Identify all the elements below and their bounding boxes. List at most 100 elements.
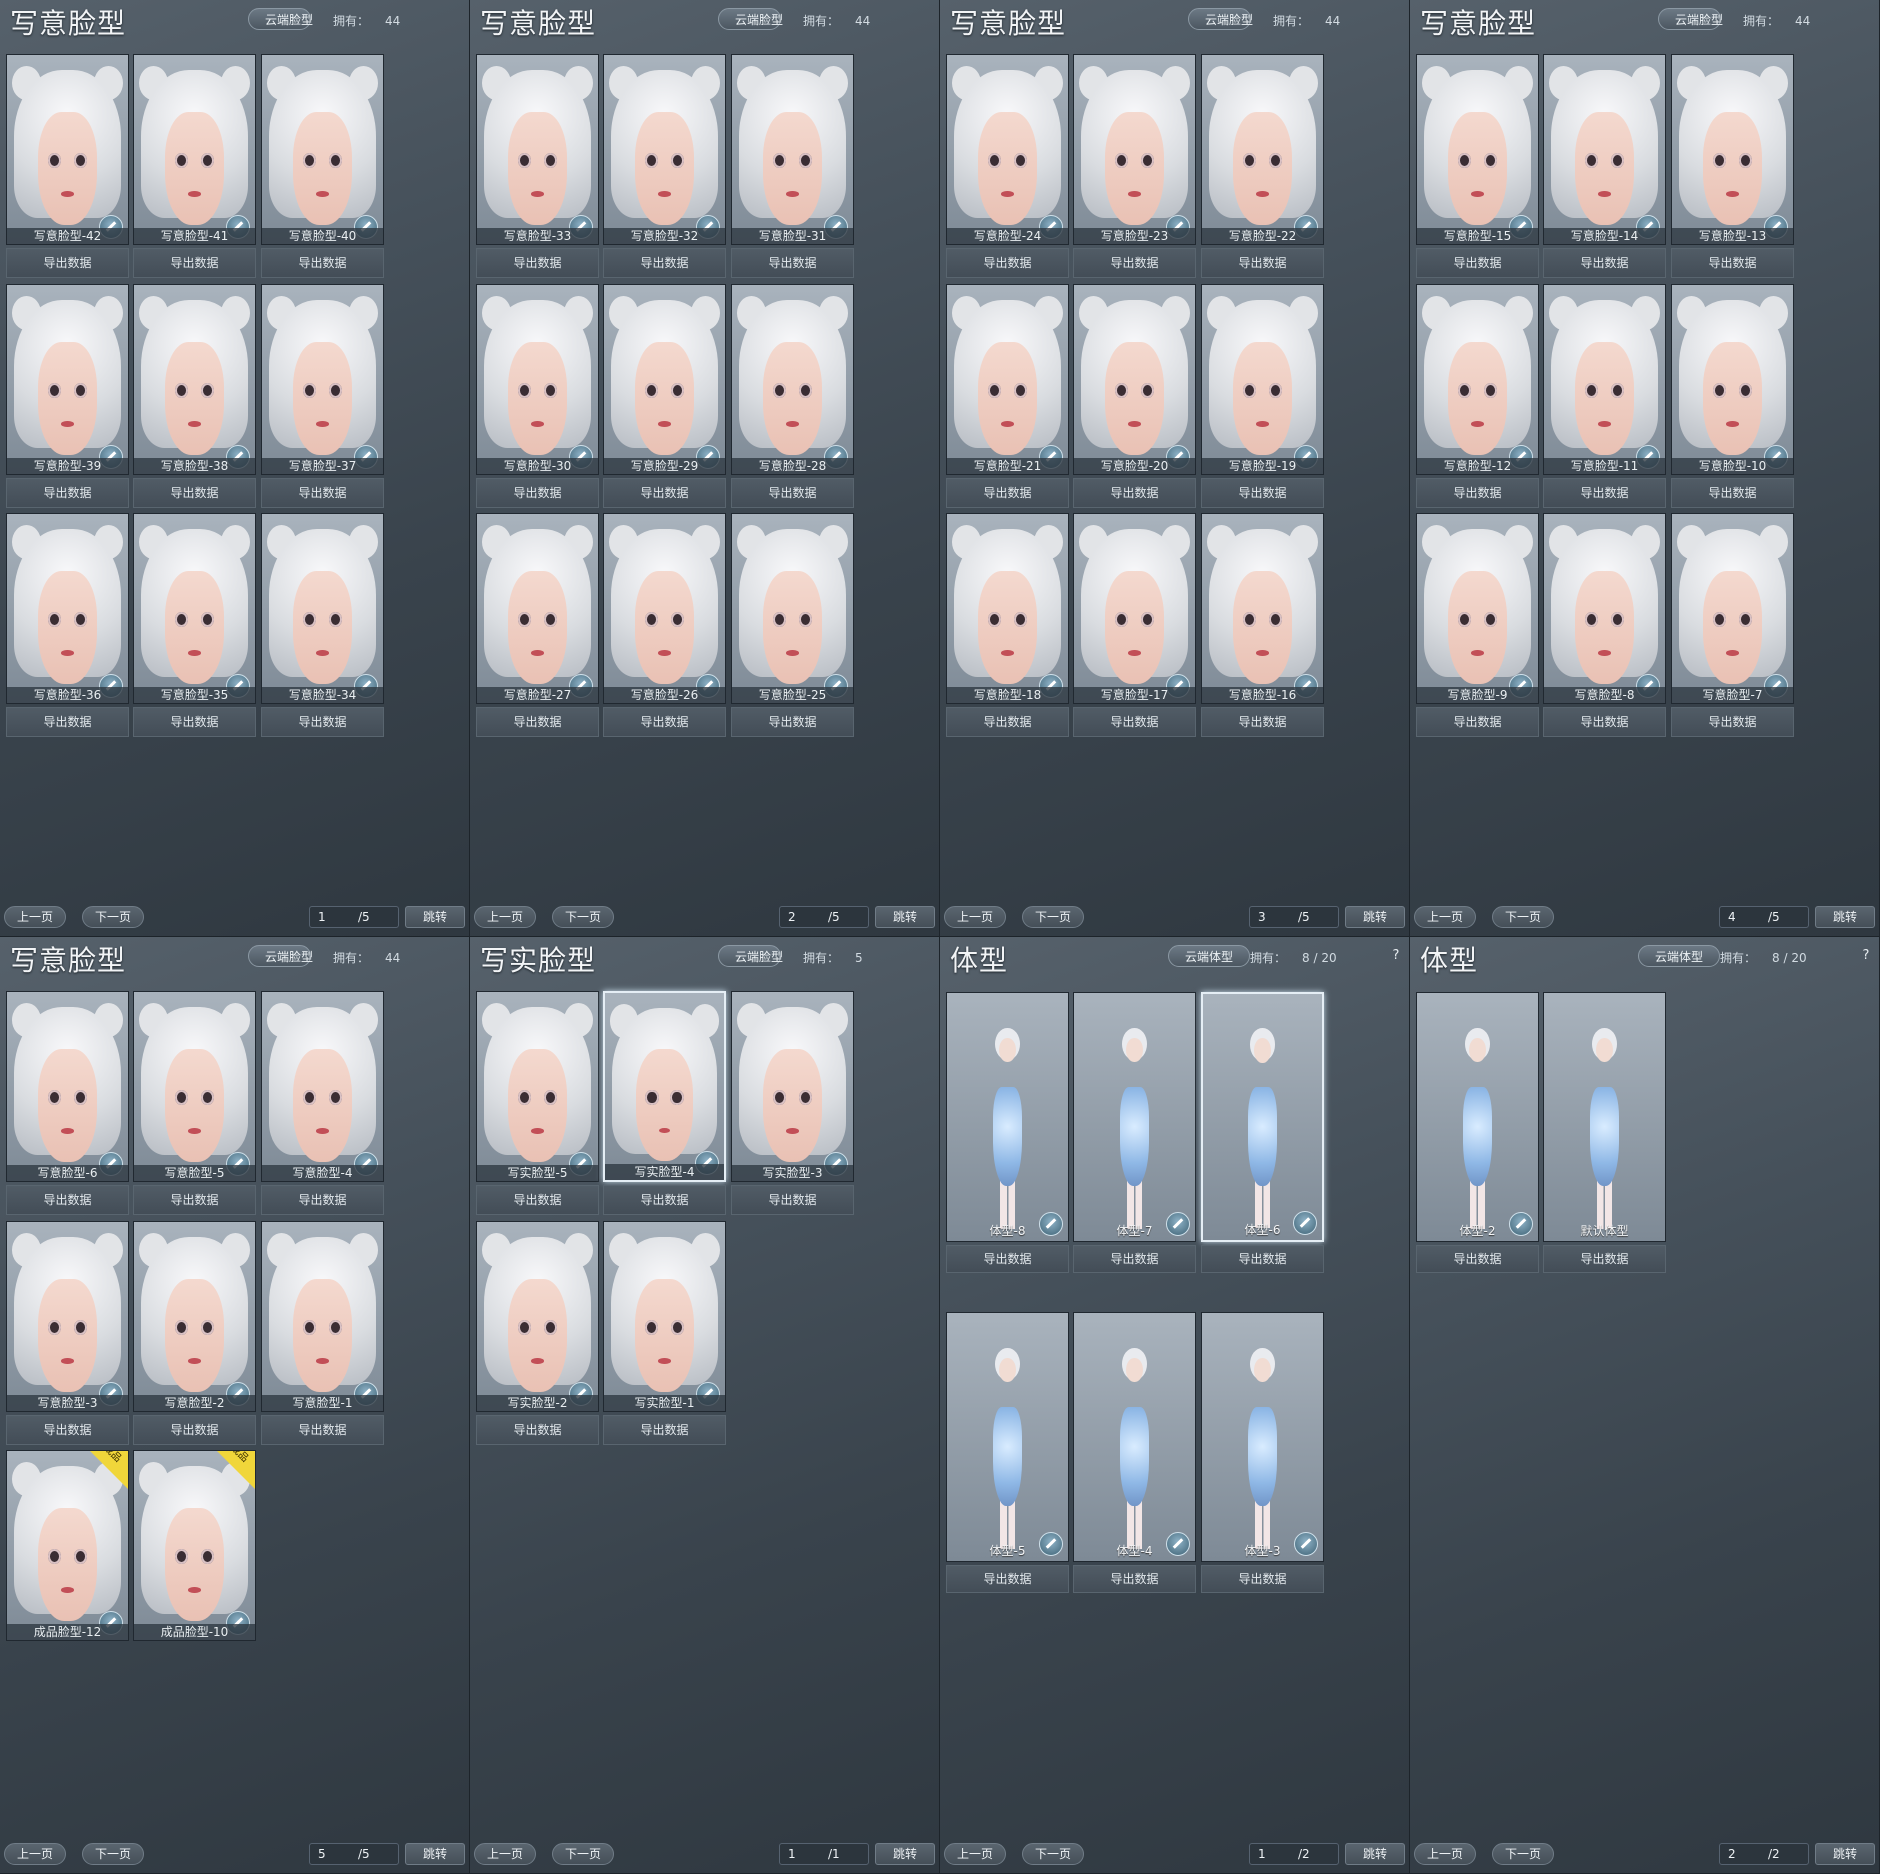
face-card[interactable]: 写意脸型-40 导出数据 xyxy=(261,54,384,278)
next-page-button[interactable]: 下一页 xyxy=(552,1843,614,1865)
prev-page-button[interactable]: 上一页 xyxy=(474,906,536,928)
preview-thumbnail[interactable]: 写意脸型-23 xyxy=(1073,54,1196,245)
preview-thumbnail[interactable]: 写意脸型-5 xyxy=(133,991,256,1182)
preview-thumbnail[interactable]: 写意脸型-1 xyxy=(261,1221,384,1412)
preview-thumbnail[interactable]: 写意脸型-28 xyxy=(731,284,854,475)
prev-page-button[interactable]: 上一页 xyxy=(1414,906,1476,928)
face-card[interactable]: 写意脸型-31 导出数据 xyxy=(731,54,854,278)
preview-thumbnail[interactable]: 写意脸型-36 xyxy=(6,513,129,704)
preview-thumbnail[interactable]: 体型-2 xyxy=(1416,992,1539,1242)
export-data-button[interactable]: 导出数据 xyxy=(133,478,256,508)
next-page-button[interactable]: 下一页 xyxy=(1492,906,1554,928)
preview-thumbnail[interactable]: 写意脸型-15 xyxy=(1416,54,1539,245)
face-card[interactable]: 写意脸型-22 导出数据 xyxy=(1201,54,1324,278)
export-data-button[interactable]: 导出数据 xyxy=(603,248,726,278)
export-data-button[interactable]: 导出数据 xyxy=(133,1415,256,1445)
preview-thumbnail[interactable]: 成品脸型-10 成品 xyxy=(133,1450,256,1641)
export-data-button[interactable]: 导出数据 xyxy=(1543,707,1666,737)
preview-thumbnail[interactable]: 写意脸型-11 xyxy=(1543,284,1666,475)
export-data-button[interactable]: 导出数据 xyxy=(1073,1565,1196,1593)
face-card[interactable]: 写意脸型-9 导出数据 xyxy=(1416,513,1539,737)
preview-thumbnail[interactable]: 体型-7 xyxy=(1073,992,1196,1242)
face-card[interactable]: 写意脸型-35 导出数据 xyxy=(133,513,256,737)
export-data-button[interactable]: 导出数据 xyxy=(946,707,1069,737)
preview-thumbnail[interactable]: 写意脸型-32 xyxy=(603,54,726,245)
prev-page-button[interactable]: 上一页 xyxy=(1414,1843,1476,1865)
export-data-button[interactable]: 导出数据 xyxy=(1073,707,1196,737)
jump-button[interactable]: 跳转 xyxy=(405,906,465,928)
face-card[interactable]: 写意脸型-19 导出数据 xyxy=(1201,284,1324,508)
export-data-button[interactable]: 导出数据 xyxy=(476,478,599,508)
face-card[interactable]: 写意脸型-29 导出数据 xyxy=(603,284,726,508)
face-card[interactable]: 写意脸型-2 导出数据 xyxy=(133,1221,256,1445)
preview-thumbnail[interactable]: 写意脸型-25 xyxy=(731,513,854,704)
export-data-button[interactable]: 导出数据 xyxy=(6,1185,129,1215)
preview-thumbnail[interactable]: 体型-6 xyxy=(1201,992,1324,1242)
export-data-button[interactable]: 导出数据 xyxy=(731,248,854,278)
face-card[interactable]: 写意脸型-5 导出数据 xyxy=(133,991,256,1215)
preview-thumbnail[interactable]: 写意脸型-30 xyxy=(476,284,599,475)
preview-thumbnail[interactable]: 体型-4 xyxy=(1073,1312,1196,1562)
preview-thumbnail[interactable]: 写意脸型-17 xyxy=(1073,513,1196,704)
face-card[interactable]: 写实脸型-3 导出数据 xyxy=(731,991,854,1215)
face-card[interactable]: 写实脸型-5 导出数据 xyxy=(476,991,599,1215)
preview-thumbnail[interactable]: 写意脸型-41 xyxy=(133,54,256,245)
export-data-button[interactable]: 导出数据 xyxy=(1201,478,1324,508)
cloud-button[interactable]: 云端脸型 xyxy=(718,945,783,967)
face-card[interactable]: 写意脸型-12 导出数据 xyxy=(1416,284,1539,508)
jump-button[interactable]: 跳转 xyxy=(1345,906,1405,928)
face-card[interactable]: 写意脸型-41 导出数据 xyxy=(133,54,256,278)
export-data-button[interactable]: 导出数据 xyxy=(1073,248,1196,278)
export-data-button[interactable]: 导出数据 xyxy=(1416,478,1539,508)
cloud-button[interactable]: 云端脸型 xyxy=(248,945,313,967)
export-data-button[interactable]: 导出数据 xyxy=(1416,248,1539,278)
help-icon[interactable]: ? xyxy=(1857,947,1875,965)
export-data-button[interactable]: 导出数据 xyxy=(603,707,726,737)
page-number-input[interactable]: 5/5 xyxy=(309,1843,399,1865)
face-card[interactable]: 写意脸型-11 导出数据 xyxy=(1543,284,1666,508)
preview-thumbnail[interactable]: 写意脸型-10 xyxy=(1671,284,1794,475)
export-data-button[interactable]: 导出数据 xyxy=(1073,478,1196,508)
preview-thumbnail[interactable]: 体型-8 xyxy=(946,992,1069,1242)
export-data-button[interactable]: 导出数据 xyxy=(1201,1245,1324,1273)
export-data-button[interactable]: 导出数据 xyxy=(476,248,599,278)
face-card[interactable]: 写意脸型-16 导出数据 xyxy=(1201,513,1324,737)
export-data-button[interactable]: 导出数据 xyxy=(946,248,1069,278)
face-card[interactable]: 写意脸型-20 导出数据 xyxy=(1073,284,1196,508)
body-card[interactable]: 体型-5 导出数据 xyxy=(946,1312,1069,1593)
face-card[interactable]: 写意脸型-24 导出数据 xyxy=(946,54,1069,278)
help-icon[interactable]: ? xyxy=(1387,947,1405,965)
preview-thumbnail[interactable]: 写实脸型-2 xyxy=(476,1221,599,1412)
export-data-button[interactable]: 导出数据 xyxy=(1416,1245,1539,1273)
face-card[interactable]: 写意脸型-23 导出数据 xyxy=(1073,54,1196,278)
preview-thumbnail[interactable]: 写意脸型-39 xyxy=(6,284,129,475)
prev-page-button[interactable]: 上一页 xyxy=(474,1843,536,1865)
next-page-button[interactable]: 下一页 xyxy=(1022,1843,1084,1865)
cloud-button[interactable]: 云端脸型 xyxy=(248,8,313,30)
export-data-button[interactable]: 导出数据 xyxy=(1201,1565,1324,1593)
export-data-button[interactable]: 导出数据 xyxy=(6,248,129,278)
face-card[interactable]: 写意脸型-4 导出数据 xyxy=(261,991,384,1215)
face-card[interactable]: 写意脸型-25 导出数据 xyxy=(731,513,854,737)
next-page-button[interactable]: 下一页 xyxy=(1022,906,1084,928)
preview-thumbnail[interactable]: 写意脸型-8 xyxy=(1543,513,1666,704)
export-data-button[interactable]: 导出数据 xyxy=(1671,478,1794,508)
face-card[interactable]: 写意脸型-13 导出数据 xyxy=(1671,54,1794,278)
preview-thumbnail[interactable]: 写意脸型-21 xyxy=(946,284,1069,475)
preview-thumbnail[interactable]: 写意脸型-27 xyxy=(476,513,599,704)
preview-thumbnail[interactable]: 写意脸型-13 xyxy=(1671,54,1794,245)
face-card[interactable]: 写意脸型-7 导出数据 xyxy=(1671,513,1794,737)
preview-thumbnail[interactable]: 默认体型 xyxy=(1543,992,1666,1242)
export-data-button[interactable]: 导出数据 xyxy=(133,248,256,278)
preview-thumbnail[interactable]: 写意脸型-40 xyxy=(261,54,384,245)
export-data-button[interactable]: 导出数据 xyxy=(946,478,1069,508)
preview-thumbnail[interactable]: 写实脸型-5 xyxy=(476,991,599,1182)
prev-page-button[interactable]: 上一页 xyxy=(4,906,66,928)
cloud-button[interactable]: 云端脸型 xyxy=(1658,8,1723,30)
jump-button[interactable]: 跳转 xyxy=(1815,906,1875,928)
export-data-button[interactable]: 导出数据 xyxy=(1073,1245,1196,1273)
face-card[interactable]: 写意脸型-15 导出数据 xyxy=(1416,54,1539,278)
export-data-button[interactable]: 导出数据 xyxy=(476,707,599,737)
export-data-button[interactable]: 导出数据 xyxy=(731,478,854,508)
jump-button[interactable]: 跳转 xyxy=(875,1843,935,1865)
